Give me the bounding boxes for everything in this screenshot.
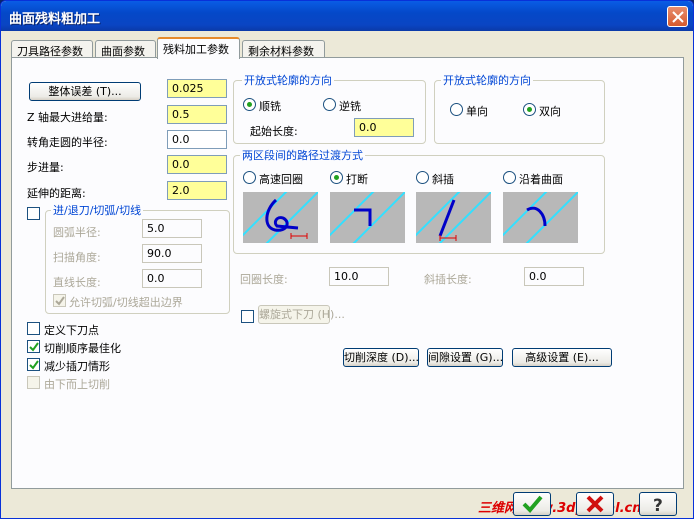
lead-checkbox[interactable]	[27, 207, 40, 220]
two-way-radio[interactable]	[523, 103, 536, 116]
ok-button[interactable]	[513, 492, 551, 516]
open-contour-2-title: 开放式轮廓的方向	[441, 72, 533, 88]
overall-error-button[interactable]: 整体误差 (T)...	[29, 82, 141, 101]
define-plunge-checkbox[interactable]	[27, 322, 40, 335]
start-length-field[interactable]: 0.0	[354, 118, 414, 137]
depth-button[interactable]: 切削深度 (D)...	[343, 348, 419, 367]
z-max-step-field[interactable]: 0.5	[167, 105, 227, 124]
two-way-label: 双向	[539, 105, 561, 118]
start-length-label: 起始长度:	[250, 125, 298, 138]
ramp-label: 斜插	[432, 173, 454, 186]
one-way-label: 单向	[466, 105, 488, 118]
dialog-window: 曲面残料粗加工 刀具路径参数 曲面参数 残料加工参数 剩余材料参数 整体误差 (…	[0, 0, 694, 519]
allow-over-boundary-label: 允许切弧/切线超出边界	[69, 296, 183, 309]
corner-radius-label: 转角走圆的半径:	[27, 136, 108, 149]
follow-surface-label: 沿着曲面	[519, 173, 563, 186]
allow-over-boundary-checkbox[interactable]	[53, 294, 66, 307]
optimize-order-label: 切削顺序最佳化	[44, 342, 121, 355]
cancel-button[interactable]	[576, 492, 614, 516]
define-plunge-label: 定义下刀点	[44, 324, 99, 337]
stepover-field[interactable]: 0.0	[167, 155, 227, 174]
bottom-up-checkbox[interactable]	[27, 376, 40, 389]
tab-rest-params[interactable]: 残料加工参数	[157, 37, 240, 59]
ramp-length-label: 斜插长度:	[424, 273, 472, 286]
climb-label: 顺铣	[259, 100, 281, 113]
line-length-field[interactable]: 0.0	[142, 269, 202, 288]
z-max-step-label: Z 轴最大进给量:	[27, 111, 108, 124]
extension-label: 延伸的距离:	[27, 187, 86, 200]
corner-radius-field[interactable]: 0.0	[167, 130, 227, 149]
check-mark-icon	[29, 342, 39, 352]
overall-error-field[interactable]: 0.025	[167, 79, 227, 98]
lead-group-label: 进/退刀/切弧/切线	[51, 202, 144, 218]
open-contour-1-title: 开放式轮廓的方向	[242, 72, 334, 88]
line-length-label: 直线长度:	[53, 276, 101, 289]
bottom-up-label: 由下而上切削	[44, 378, 110, 391]
loop-length-field[interactable]: 10.0	[329, 267, 389, 286]
cancel-x-icon	[586, 495, 604, 513]
tab-panel: 整体误差 (T)... 0.025 Z 轴最大进给量: 0.5 转角走圆的半径:…	[11, 57, 684, 489]
tab-remaining-stock-params[interactable]: 剩余材料参数	[242, 40, 325, 58]
follow-surface-preview-icon	[497, 189, 579, 248]
check-icon	[522, 495, 543, 513]
window-title: 曲面残料粗加工	[9, 12, 101, 27]
ramp-preview-icon	[410, 189, 492, 248]
help-icon: ?	[653, 496, 663, 516]
check-mark-icon	[55, 296, 65, 306]
svg-text:?: ?	[653, 496, 663, 515]
help-button[interactable]: ?	[639, 492, 677, 516]
arc-radius-label: 圆弧半径:	[53, 226, 101, 239]
gap-button[interactable]: 间隙设置 (G)...	[427, 348, 503, 367]
extension-field[interactable]: 2.0	[167, 181, 227, 200]
conventional-radio[interactable]	[323, 98, 336, 111]
follow-surface-radio[interactable]	[503, 171, 516, 184]
tab-surface-params[interactable]: 曲面参数	[95, 40, 156, 58]
high-speed-loop-preview-icon	[237, 189, 319, 248]
close-button[interactable]	[667, 6, 688, 27]
stepover-label: 步进量:	[27, 161, 64, 174]
sweep-angle-field[interactable]: 90.0	[142, 244, 202, 263]
arc-radius-field[interactable]: 5.0	[142, 219, 202, 238]
title-bar[interactable]: 曲面残料粗加工	[1, 1, 693, 31]
watermark: 三维网www.3dportal.cn	[478, 501, 642, 516]
loop-length-label: 回圈长度:	[240, 273, 288, 286]
advanced-button[interactable]: 高级设置 (E)...	[512, 348, 612, 367]
break-label: 打断	[346, 173, 368, 186]
close-icon	[672, 11, 684, 23]
conventional-label: 逆铣	[339, 100, 361, 113]
ramp-length-field[interactable]: 0.0	[524, 267, 584, 286]
one-way-radio[interactable]	[450, 103, 463, 116]
sweep-angle-label: 扫描角度:	[53, 251, 101, 264]
reduce-plunge-checkbox[interactable]	[27, 358, 40, 371]
climb-radio[interactable]	[243, 98, 256, 111]
reduce-plunge-label: 减少插刀情形	[44, 360, 110, 373]
high-speed-loop-label: 高速回圈	[259, 173, 303, 186]
tab-toolpath-params[interactable]: 刀具路径参数	[11, 40, 93, 58]
ramp-radio[interactable]	[416, 171, 429, 184]
high-speed-loop-radio[interactable]	[243, 171, 256, 184]
helix-checkbox[interactable]	[241, 310, 254, 323]
break-preview-icon	[324, 189, 406, 248]
check-mark-icon	[29, 360, 39, 370]
break-radio[interactable]	[330, 171, 343, 184]
optimize-order-checkbox[interactable]	[27, 340, 40, 353]
helix-button[interactable]: 螺旋式下刀 (H)...	[258, 305, 345, 324]
transition-title: 两区段间的路径过渡方式	[240, 147, 365, 163]
